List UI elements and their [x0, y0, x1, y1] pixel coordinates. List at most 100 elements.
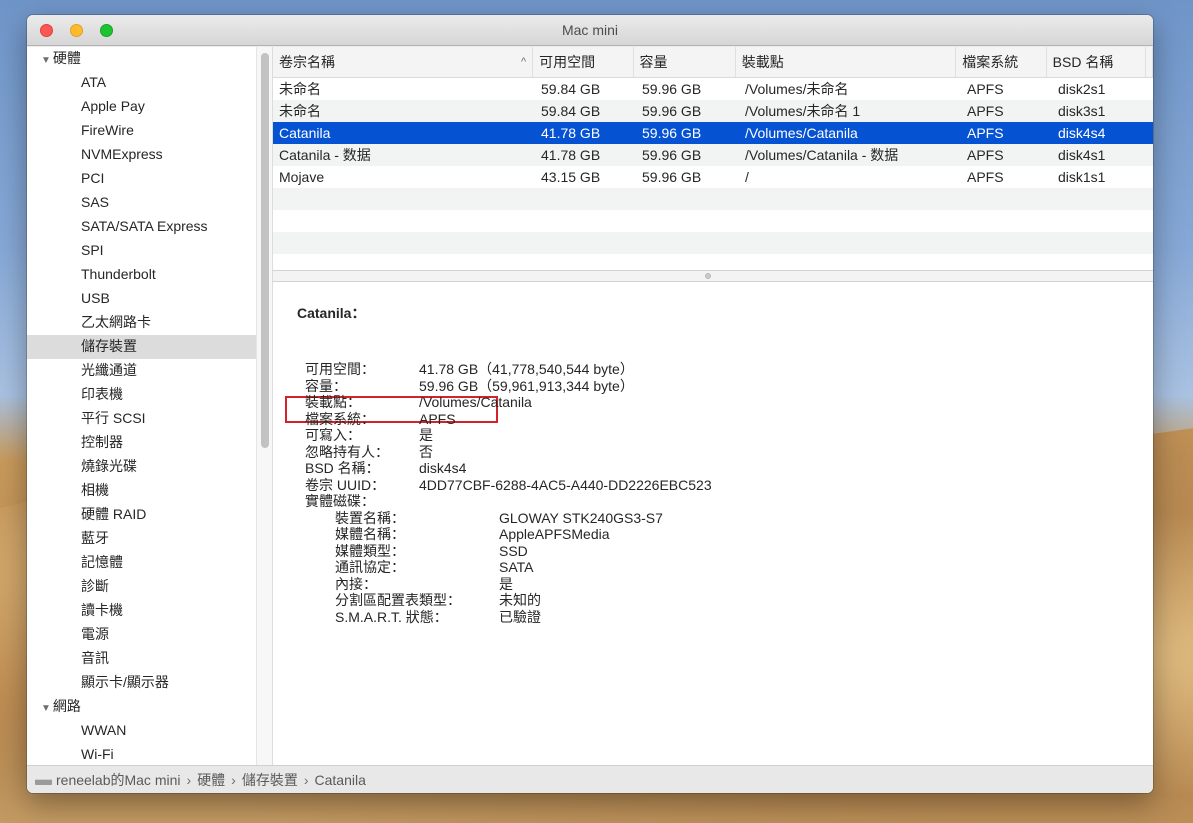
sidebar-item[interactable]: SPI — [27, 239, 256, 263]
detail-field: 實體磁碟： — [305, 493, 375, 510]
column-header-bsd-name[interactable]: BSD 名稱 — [1047, 47, 1146, 77]
sidebar-item[interactable]: FireWire — [27, 119, 256, 143]
table-header: 卷宗名稱 ^ 可用空間 容量 裝載點 檔案系統 BSD 名稱 — [273, 47, 1153, 78]
table-row[interactable]: Mojave 43.15 GB 59.96 GB / APFS disk1s1 — [273, 166, 1153, 188]
sidebar-item[interactable]: 音訊 — [27, 647, 256, 671]
physical-disk-field-label: 通訊協定： — [335, 559, 405, 575]
detail-field-label: 裝載點： — [305, 394, 361, 410]
sidebar-item[interactable]: 控制器 — [27, 431, 256, 455]
system-information-window: Mac mini ▼ 硬體 ATA Apple Pay FireWire NVMExpre… — [27, 15, 1153, 793]
detail-field-value: 否 — [419, 443, 433, 460]
breadcrumb-item[interactable]: Catanila — [315, 767, 366, 793]
detail-field-label: 檔案系統： — [305, 410, 375, 427]
cell-mount-point: /Volumes/未命名 1 — [745, 103, 861, 119]
title-bar[interactable]: Mac mini — [27, 15, 1153, 46]
cell-volume-name: Catanila - 数据 — [279, 147, 371, 163]
table-row-empty — [273, 210, 1153, 232]
breadcrumb-item[interactable]: 硬體 — [197, 767, 225, 793]
column-header-file-system[interactable]: 檔案系統 — [956, 47, 1047, 77]
detail-field-label: 容量： — [305, 377, 347, 394]
detail-field: 檔案系統： APFS — [305, 410, 456, 428]
disclosure-triangle-icon[interactable]: ▼ — [41, 55, 51, 66]
detail-field-value: disk4s4 — [419, 460, 467, 476]
physical-disk-field-value: SATA — [499, 559, 534, 575]
sidebar-item[interactable]: 讀卡機 — [27, 599, 256, 623]
pane-splitter[interactable] — [273, 270, 1153, 282]
sidebar-scrollbar[interactable] — [256, 47, 273, 765]
cell-volume-name: Catanila — [279, 125, 331, 141]
column-header-free-space[interactable]: 可用空間 — [533, 47, 634, 77]
sidebar-item[interactable]: 相機 — [27, 479, 256, 503]
sidebar-item[interactable]: 診斷 — [27, 575, 256, 599]
window-title: Mac mini — [561, 22, 618, 38]
sidebar-item[interactable]: PCI — [27, 167, 256, 191]
sidebar-item[interactable]: 電源 — [27, 623, 256, 647]
computer-drive-icon — [35, 778, 52, 785]
sidebar-item[interactable]: 藍牙 — [27, 527, 256, 551]
cell-free-space: 59.84 GB — [541, 81, 601, 97]
physical-disk-field-value: 未知的 — [499, 592, 541, 608]
sidebar-item[interactable]: 顯示卡/顯示器 — [27, 671, 256, 695]
detail-pane: Catanila： 可用空間： 41.78 GB（41,778,540,544 b… — [273, 283, 1153, 765]
detail-field-value: 是 — [419, 427, 433, 443]
table-row[interactable]: Catanila - 数据 41.78 GB 59.96 GB/Volumes/Ca… — [273, 144, 1153, 166]
detail-field-label: 忽略持有人： — [305, 443, 389, 460]
detail-field-value: 59.96 GB（59,961,913,344 byte） — [419, 377, 634, 394]
sidebar-item[interactable]: NVMExpress — [27, 143, 256, 167]
sidebar-item[interactable]: 燒錄光碟 — [27, 455, 256, 479]
detail-field-label: 實體磁碟： — [305, 493, 375, 509]
cell-file-system: APFS — [967, 147, 1004, 163]
sidebar-item[interactable]: 儲存裝置 — [27, 335, 256, 359]
breadcrumb-separator-icon: › — [231, 771, 236, 788]
detail-field-value: 4DD77CBF-6288-4AC5-A440-DD2226EBC523 — [419, 476, 712, 493]
physical-disk-field-label: 內接： — [335, 575, 377, 592]
disclosure-triangle-icon[interactable]: ▼ — [41, 703, 51, 714]
sidebar-item[interactable]: 印表機 — [27, 383, 256, 407]
sidebar-item[interactable]: 平行 SCSI — [27, 407, 256, 431]
sidebar-item[interactable]: WWAN — [27, 719, 256, 743]
column-header-volume-name[interactable]: 卷宗名稱 ^ — [273, 47, 534, 77]
sidebar-item[interactable]: Apple Pay — [27, 95, 256, 119]
sidebar-item[interactable]: Wi-Fi — [27, 743, 256, 765]
column-header-capacity[interactable]: 容量 — [634, 47, 736, 77]
column-header-mount-point[interactable]: 裝載點 — [736, 47, 957, 77]
sidebar-scroll-thumb[interactable] — [261, 53, 269, 448]
cell-free-space: 41.78 GB — [541, 125, 601, 141]
table-row[interactable]: 未命名 59.84 GB 59.96 GB/Volumes/未命名 APFS disk2… — [273, 78, 1153, 100]
cell-file-system: APFS — [967, 81, 1004, 97]
physical-disk-field: 分割區配置表類型： 未知的 — [335, 592, 541, 609]
cell-bsd-name: disk3s1 — [1058, 103, 1106, 119]
sidebar-item[interactable]: USB — [27, 287, 256, 311]
breadcrumb-item[interactable]: reneelab的Mac mini — [56, 767, 181, 793]
table-row[interactable]: Catanila 41.78 GB 59.96 GB/Volumes/Catanil… — [273, 122, 1153, 144]
cell-bsd-name: disk2s1 — [1058, 81, 1106, 97]
cell-volume-name: Mojave — [279, 169, 325, 185]
cell-capacity: 59.96 GB — [642, 81, 702, 97]
detail-field: 裝載點： /Volumes/Catanila — [305, 394, 532, 411]
volumes-table: 卷宗名稱 ^ 可用空間 容量 裝載點 檔案系統 BSD 名稱 未命名 59.84 … — [273, 47, 1153, 284]
sidebar-item[interactable]: ATA — [27, 71, 256, 95]
physical-disk-field: S.M.A.R.T. 狀態： 已驗證 — [335, 608, 541, 626]
sidebar-item[interactable]: SAS — [27, 191, 256, 215]
breadcrumb-item[interactable]: 儲存裝置 — [242, 767, 298, 793]
physical-disk-field-label: S.M.A.R.T. 狀態： — [335, 608, 448, 625]
sidebar-item[interactable]: 記憶體 — [27, 551, 256, 575]
cell-file-system: APFS — [967, 125, 1004, 141]
sidebar-item[interactable]: 乙太網路卡 — [27, 311, 256, 335]
cell-volume-name: 未命名 — [279, 81, 321, 97]
sidebar-item[interactable]: SATA/SATA Express — [27, 215, 256, 239]
cell-capacity: 59.96 GB — [642, 103, 702, 119]
sidebar-item[interactable]: 硬體 RAID — [27, 503, 256, 527]
table-row-empty — [273, 232, 1153, 254]
sidebar-group-label: 網路 — [52, 698, 81, 714]
splitter-handle-icon[interactable] — [705, 273, 711, 279]
sidebar-group[interactable]: ▼ 網路 — [27, 695, 256, 719]
table-row[interactable]: 未命名 59.84 GB 59.96 GB/Volumes/未命名 1 APFS dis… — [273, 100, 1153, 122]
detail-field-label: 可用空間： — [305, 361, 375, 377]
sidebar-group-label: 硬體 — [52, 50, 81, 66]
sidebar-item[interactable]: Thunderbolt — [27, 263, 256, 287]
sidebar-item[interactable]: 光纖通道 — [27, 359, 256, 383]
sidebar-group[interactable]: ▼ 硬體 — [27, 47, 256, 71]
breadcrumb-separator-icon: › — [186, 771, 192, 788]
breadcrumb-separator-icon: › — [303, 771, 309, 788]
